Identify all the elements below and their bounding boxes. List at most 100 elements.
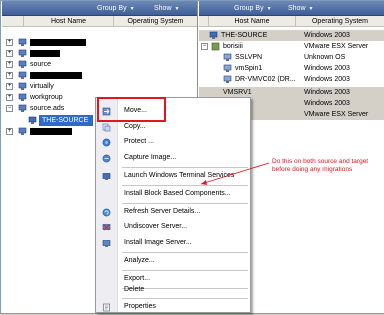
menu-item-delete[interactable]: Delete: [96, 283, 250, 297]
host-name-header-label: Host Name: [50, 18, 86, 25]
menu-item-label: Install Image Server...: [124, 239, 192, 246]
menu-item-label: Copy...: [124, 123, 146, 130]
tree-row-label: source: [30, 61, 52, 68]
server-icon: [28, 116, 37, 124]
menu-item-launch-terminal-services[interactable]: Launch Windows Terminal Services: [96, 169, 250, 183]
host-cell: vmSpin1: [235, 65, 263, 72]
os-cell: Windows 2003: [304, 100, 350, 107]
copy-icon: [102, 123, 111, 132]
left-group-by-button[interactable]: Group By ▼: [94, 3, 138, 14]
expand-icon[interactable]: +: [6, 83, 13, 90]
left-grid-header: Host Name Operating System: [2, 16, 197, 27]
selected-highlight: THE-SOURCE: [39, 115, 93, 126]
tree-row[interactable]: + virtually: [2, 81, 197, 92]
os-cell: Windows 2003: [304, 89, 350, 96]
header-spacer: [2, 16, 24, 27]
vm-icon: [223, 64, 232, 72]
os-header-label: Operating System: [127, 18, 184, 25]
network-icon: [18, 93, 27, 101]
menu-separator: [122, 185, 248, 186]
tree-row[interactable]: + source: [2, 59, 197, 70]
table-row[interactable]: − borisiii VMware ESX Server: [199, 41, 384, 52]
menu-separator: [122, 252, 248, 253]
chevron-down-icon: ▼: [129, 6, 135, 12]
os-column-header[interactable]: Operating System: [114, 16, 197, 27]
menu-item-label: Properties: [124, 303, 156, 310]
redacted-label: [30, 128, 72, 135]
move-icon: [102, 107, 111, 116]
menu-separator: [122, 298, 248, 299]
right-toolbar: Group By ▼ Show ▼: [199, 1, 384, 16]
menu-item-capture-image[interactable]: Capture Image...: [96, 151, 250, 165]
undiscover-icon: [102, 224, 111, 231]
menu-item-label: Delete: [124, 286, 145, 293]
chevron-down-icon: ▼: [308, 6, 314, 12]
redacted-label: [30, 39, 86, 46]
terminal-icon: [102, 173, 111, 180]
host-cell: SSLVPN: [235, 54, 263, 61]
menu-separator: [122, 270, 248, 271]
menu-item-label: Install Block Based Components...: [124, 190, 231, 197]
vm-icon: [223, 53, 232, 61]
expand-icon[interactable]: +: [6, 72, 13, 79]
menu-item-protect[interactable]: Protect ...: [96, 135, 250, 149]
tree-row-label: virtually: [30, 83, 54, 90]
group-by-label: Group By: [97, 5, 127, 12]
tree-row-label: source.ads: [30, 105, 65, 112]
context-menu: Move... Copy... Protect ... Capture Imag…: [95, 97, 251, 313]
menu-item-install-image-server[interactable]: Install Image Server...: [96, 236, 250, 250]
menu-item-copy[interactable]: Copy...: [96, 120, 250, 134]
vm-icon: [223, 75, 232, 83]
right-group-by-button[interactable]: Group By ▼: [231, 3, 275, 14]
menu-item-analyze[interactable]: Analyze...: [96, 254, 250, 268]
menu-item-refresh-server-details[interactable]: Refresh Server Details...: [96, 205, 250, 219]
collapse-icon[interactable]: −: [201, 43, 208, 50]
network-icon: [18, 71, 27, 79]
menu-item-label: Launch Windows Terminal Services: [124, 172, 235, 179]
right-show-button[interactable]: Show ▼: [285, 3, 316, 14]
host-cell: DR-VMVC02 (DR...: [235, 76, 296, 83]
expand-icon[interactable]: +: [6, 128, 13, 135]
host-name-column-header[interactable]: Host Name: [209, 16, 296, 27]
menu-item-label: Capture Image...: [124, 154, 177, 161]
server-icon: [209, 31, 218, 39]
left-show-button[interactable]: Show ▼: [151, 3, 182, 14]
menu-item-label: Protect ...: [124, 138, 154, 145]
tree-row[interactable]: +: [2, 70, 197, 81]
expand-icon[interactable]: +: [6, 39, 13, 46]
host-cell: THE-SOURCE: [221, 32, 268, 39]
show-label: Show: [154, 5, 172, 12]
show-label: Show: [288, 5, 306, 12]
esx-host-icon: [211, 42, 220, 51]
network-icon: [18, 38, 27, 46]
table-row[interactable]: THE-SOURCE Windows 2003: [199, 30, 384, 41]
app-window: Group By ▼ Show ▼ Host Name Operating Syst…: [0, 0, 384, 314]
table-row[interactable]: DR-VMVC02 (DR... Windows 2003: [199, 74, 384, 85]
expand-icon[interactable]: +: [6, 61, 13, 68]
tree-row-label: THE-SOURCE: [42, 117, 89, 124]
network-icon: [18, 127, 27, 135]
network-icon: [18, 49, 27, 57]
expand-icon[interactable]: +: [6, 50, 13, 57]
network-icon: [18, 60, 27, 68]
expand-icon[interactable]: +: [6, 94, 13, 101]
menu-item-undiscover-server[interactable]: Undiscover Server...: [96, 220, 250, 234]
table-row[interactable]: SSLVPN Unknown OS: [199, 52, 384, 63]
menu-item-install-block-based-components[interactable]: Install Block Based Components...: [96, 187, 250, 201]
tree-row[interactable]: +: [2, 48, 197, 59]
os-cell: VMware ESX Server: [304, 43, 369, 50]
protect-icon: [102, 138, 111, 147]
chevron-down-icon: ▼: [174, 6, 180, 12]
table-row[interactable]: vmSpin1 Windows 2003: [199, 63, 384, 74]
collapse-icon[interactable]: −: [6, 105, 13, 112]
tree-row[interactable]: +: [2, 37, 197, 48]
network-icon: [18, 104, 27, 112]
os-cell: VMware ESX Server: [304, 111, 369, 118]
menu-item-properties[interactable]: Properties: [96, 300, 250, 314]
os-header-label: Operating System: [311, 18, 369, 25]
host-name-column-header[interactable]: Host Name: [24, 16, 114, 27]
menu-separator: [122, 167, 248, 168]
network-icon: [18, 82, 27, 90]
menu-item-move[interactable]: Move...: [96, 104, 250, 118]
os-column-header[interactable]: Operating System: [296, 16, 384, 27]
